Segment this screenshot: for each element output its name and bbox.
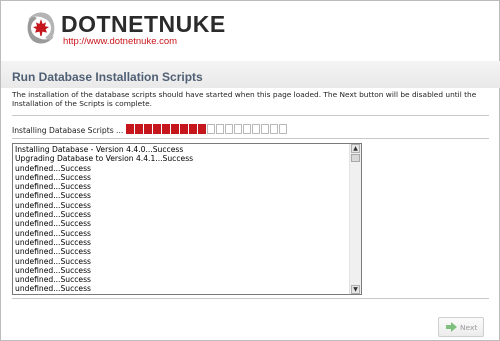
log-line: Upgrading Database to Version 4.4.1...Su… [15,154,194,164]
install-log[interactable]: Installing Database - Version 4.4.0...Su… [12,143,362,295]
progress-block [261,124,269,134]
next-arrow-icon [446,322,457,332]
next-button-label: Next [460,323,478,332]
log-line: undefined...Success [15,228,92,238]
progress-block [135,124,143,134]
installer-window: DOTNETNUKE http://www.dotnetnuke.com Run… [0,0,500,341]
log-line: Installing Database - Version 4.4.0...Su… [15,145,184,154]
log-lines: Installing Database - Version 4.4.0...Su… [15,145,347,294]
progress-block [126,124,134,134]
log-scrollbar[interactable]: ▲ ▼ [349,144,361,294]
progress-block [153,124,161,134]
divider-progress [12,138,489,139]
divider-top [12,115,489,116]
scroll-down-icon[interactable]: ▼ [351,285,360,294]
log-line: undefined...Success [15,275,92,285]
log-line: undefined...Success [15,219,92,229]
header: DOTNETNUKE http://www.dotnetnuke.com [1,1,500,61]
progress-block [216,124,224,134]
log-line: undefined...Success [15,237,92,247]
divider-bottom [12,298,489,299]
page-description: The installation of the database scripts… [12,90,477,108]
progress-block [243,124,251,134]
progress-block [198,124,206,134]
progress-block [180,124,188,134]
progress-block [270,124,278,134]
progress-block [189,124,197,134]
log-line: undefined...Success [15,247,92,257]
progress-block [225,124,233,134]
log-line: undefined...Success [15,284,92,294]
progress-block [162,124,170,134]
scroll-up-icon[interactable]: ▲ [351,144,360,153]
logo-url[interactable]: http://www.dotnetnuke.com [63,36,177,47]
log-line: undefined...Success [15,256,92,266]
page-title: Run Database Installation Scripts [12,70,203,84]
logo-text: DOTNETNUKE [61,11,226,37]
progress-label: Installing Database Scripts ... [12,126,124,135]
log-line: undefined...Success [15,182,92,192]
log-line: undefined...Success [15,265,92,275]
dotnetnuke-logo-icon [27,12,55,44]
log-line: undefined...Success [15,163,92,173]
progress-block [234,124,242,134]
progress-block [144,124,152,134]
log-line: undefined...Success [15,172,92,182]
scroll-thumb[interactable] [351,154,360,162]
progress-block [207,124,215,134]
progress-block [279,124,287,134]
progress-block [252,124,260,134]
progress-block [171,124,179,134]
next-button[interactable]: Next [438,317,484,337]
log-line: undefined...Success [15,210,92,220]
log-line: undefined...Success [15,200,92,210]
log-line: undefined...Success [15,191,92,201]
